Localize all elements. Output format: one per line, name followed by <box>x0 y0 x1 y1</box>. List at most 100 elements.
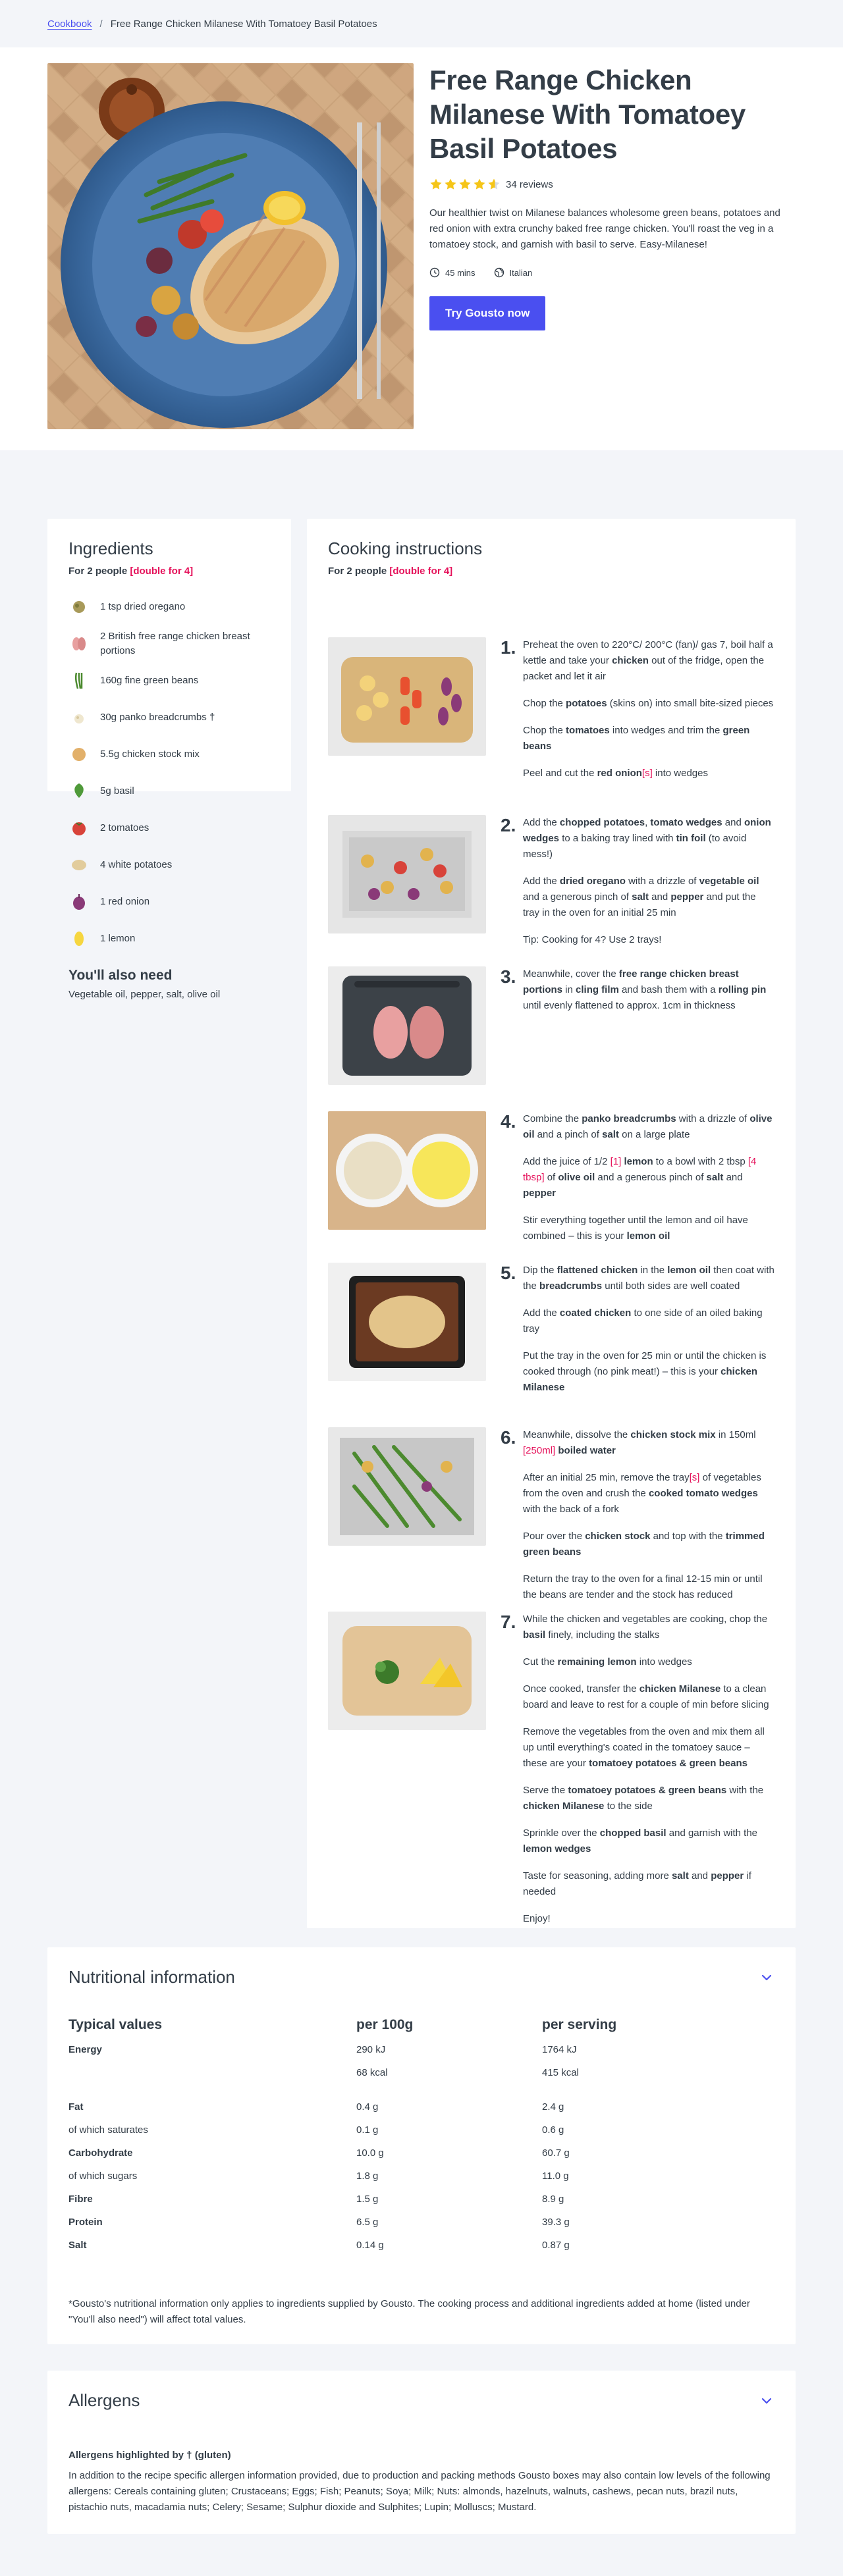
ingredients-list: 1 tsp dried oregano 2 British free range … <box>68 592 270 953</box>
also-need: You'll also need Vegetable oil, pepper, … <box>68 968 270 1000</box>
nutrient-label: of which saturates <box>68 2124 148 2136</box>
nutrient-label: Energy <box>68 2044 102 2055</box>
green-beans-icon <box>68 670 90 691</box>
ingredient-mention: lemon wedges <box>523 1843 591 1854</box>
chevron-down-icon[interactable] <box>759 2393 775 2409</box>
allergens-section: Allergens Allergens highlighted by † (gl… <box>47 2371 796 2534</box>
nutrient-label: Carbohydrate <box>68 2147 133 2159</box>
nutrition-note: *Gousto's nutritional information only a… <box>68 2298 750 2325</box>
ingredient-mention: lemon oil <box>667 1265 711 1276</box>
ingredient-mention: chopped basil <box>599 1827 666 1839</box>
oregano-icon <box>68 596 90 618</box>
try-gousto-button[interactable]: Try Gousto now <box>429 296 546 330</box>
table-row: 68 kcal 415 kcal <box>68 2061 775 2084</box>
step-paragraph: Stir everything together until the lemon… <box>523 1213 775 1244</box>
step-paragraph: Tip: Cooking for 4? Use 2 trays! <box>523 932 775 948</box>
cooking-heading: Cooking instructions <box>328 539 483 558</box>
step-number: 2. <box>501 815 516 835</box>
ingredients-serves: For 2 people [double for 4] <box>68 565 270 577</box>
recipe-description: Our healthier twist on Milanese balances… <box>429 207 780 250</box>
nutrient-label: Protein <box>68 2217 103 2228</box>
table-row: of which saturates 0.1 g 0.6 g <box>68 2118 775 2142</box>
step-text: to the side <box>604 1801 653 1812</box>
ingredient-mention: salt <box>632 891 649 903</box>
ingredient-mention: tomatoey potatoes & green beans <box>568 1785 727 1796</box>
step-text: and garnish with the <box>666 1827 758 1839</box>
cook-time: 45 mins <box>429 267 476 278</box>
ingredients-card: Ingredients For 2 people [double for 4] … <box>47 519 291 1000</box>
nutrient-label: Fat <box>68 2101 84 2113</box>
double-for-4: [double for 4] <box>130 565 194 577</box>
ingredient-mention: coated chicken <box>559 1307 632 1319</box>
table-row: Fibre 1.5 g 8.9 g <box>68 2188 775 2211</box>
column-header: Typical values <box>68 2017 163 2032</box>
recipe-content: Ingredients For 2 people [double for 4] … <box>0 450 843 1928</box>
step-text: with a drizzle of <box>676 1113 750 1124</box>
globe-icon <box>494 267 504 278</box>
ingredient-mention: chicken Milanese <box>639 1683 721 1695</box>
step-text: with the back of a fork <box>523 1504 619 1515</box>
star-icon <box>459 178 471 190</box>
step-image <box>328 815 486 933</box>
per-100g-value: 0.4 g <box>356 2101 379 2113</box>
ingredient-item: 2 British free range chicken breast port… <box>68 629 270 658</box>
step-number: 7. <box>501 1612 516 1632</box>
nutrient-label: of which sugars <box>68 2170 138 2182</box>
step-paragraph: Add the dried oregano with a drizzle of … <box>523 874 775 921</box>
step-paragraph: Chop the tomatoes into wedges and trim t… <box>523 723 775 754</box>
breadcrumbs-icon <box>68 707 90 728</box>
step-text: in the <box>638 1265 668 1276</box>
step-paragraph: Once cooked, transfer the chicken Milane… <box>523 1681 775 1713</box>
breadcrumb-cookbook-link[interactable]: Cookbook <box>47 18 92 30</box>
ingredient-mention: rolling pin <box>718 984 767 995</box>
per-serving-value: 8.9 g <box>542 2194 564 2205</box>
reviews-count[interactable]: 34 reviews <box>506 179 553 190</box>
per-100g-value: 10.0 g <box>356 2147 384 2159</box>
step-text: and a generous pinch of <box>523 891 632 903</box>
per-100g-value: 0.14 g <box>356 2240 384 2251</box>
allergens-heading[interactable]: Allergens <box>68 2390 140 2411</box>
step-text: Dip the <box>523 1265 557 1276</box>
also-need-heading: You'll also need <box>68 968 173 983</box>
cuisine: Italian <box>494 267 532 278</box>
ingredient-label: 4 white potatoes <box>100 859 173 870</box>
step-number: 1. <box>501 637 516 658</box>
rating-stars <box>429 178 501 191</box>
rating: 34 reviews <box>429 178 796 191</box>
chevron-down-icon[interactable] <box>759 1970 775 1985</box>
ingredient-label: 30g panko breadcrumbs † <box>100 712 215 723</box>
ingredient-mention: lemon oil <box>626 1230 670 1242</box>
per-serving-value: 0.6 g <box>542 2124 564 2136</box>
step-text: Sprinkle over the <box>523 1827 600 1839</box>
ingredient-mention: basil <box>523 1629 546 1641</box>
ingredient-mention: tomatoey potatoes & green beans <box>589 1758 748 1769</box>
step-text: Peel and cut the <box>523 768 597 779</box>
ingredient-item: 30g panko breadcrumbs † <box>68 703 270 732</box>
recipe-title: Free Range Chicken Milanese With Tomatoe… <box>429 65 746 164</box>
ingredient-mention: pepper <box>523 1188 557 1199</box>
step-paragraph: Add the chopped potatoes, tomato wedges … <box>523 815 775 862</box>
recipe-summary: Free Range Chicken Milanese With Tomatoe… <box>429 63 796 330</box>
step-image <box>328 637 486 756</box>
step-paragraph: Meanwhile, cover the free range chicken … <box>523 966 775 1014</box>
double-quantity: [250ml] <box>523 1445 556 1456</box>
step-text: Pour over the <box>523 1531 585 1542</box>
step-paragraph: Peel and cut the red onion[s] into wedge… <box>523 766 775 781</box>
ingredient-mention: dried oregano <box>559 876 626 887</box>
step-paragraph: While the chicken and vegetables are coo… <box>523 1612 775 1643</box>
step-number: 6. <box>501 1427 516 1448</box>
ingredient-mention: chicken <box>612 655 649 666</box>
ingredient-mention: cooked tomato wedges <box>648 1488 758 1499</box>
step-paragraph: Serve the tomatoey potatoes & green bean… <box>523 1783 775 1814</box>
nutrition-heading[interactable]: Nutritional information <box>68 1967 235 1987</box>
step-paragraph: Return the tray to the oven for a final … <box>523 1571 775 1603</box>
ingredient-mention: remaining lemon <box>557 1656 637 1668</box>
ingredient-mention: pepper <box>711 1870 744 1881</box>
star-icon <box>430 178 442 190</box>
star-icon <box>474 178 485 190</box>
ingredient-mention: chicken stock mix <box>630 1429 716 1440</box>
step-text: Meanwhile, cover the <box>523 968 619 980</box>
step-image <box>328 1111 486 1230</box>
ingredient-label: 1 lemon <box>100 933 136 944</box>
step-instructions: Meanwhile, cover the free range chicken … <box>523 966 775 1025</box>
